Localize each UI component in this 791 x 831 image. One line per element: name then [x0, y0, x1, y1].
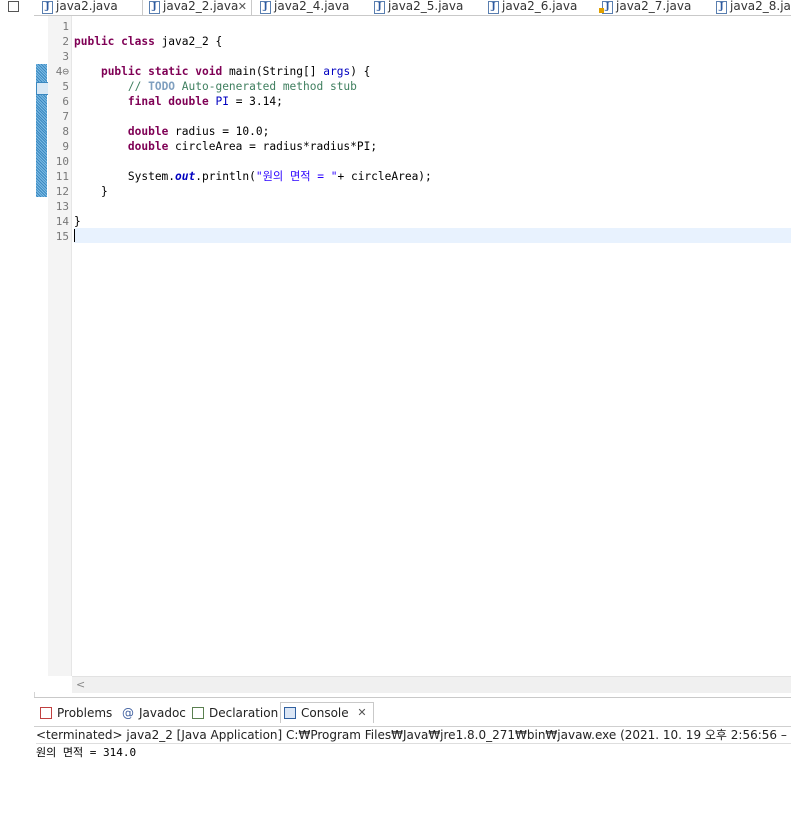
code-token: } — [74, 185, 108, 198]
java-file-icon: J — [149, 1, 160, 14]
code-token: } — [74, 215, 81, 228]
editor-tab-label: java2_6.java — [502, 0, 578, 13]
panel-tab-declaration[interactable]: Declaration — [189, 703, 278, 723]
editor-tab-label: java2.java — [56, 0, 118, 13]
editor-tab-label: java2_2.java — [163, 0, 239, 13]
editor-tab-java2_4-java[interactable]: Jjava2_4.java — [254, 0, 364, 15]
panel-tab-javadoc[interactable]: @ Javadoc — [119, 703, 186, 723]
javadoc-icon: @ — [122, 706, 134, 720]
console-output[interactable]: 원의 면적 = 314.0 — [36, 745, 136, 760]
panel-tab-label: Problems — [57, 706, 113, 720]
code-token: final double — [127, 95, 209, 108]
bottom-panel: Problems @ Javadoc Declaration Console ✕ <ter… — [34, 697, 791, 831]
text-caret — [74, 229, 75, 242]
line-number: 7 — [62, 110, 69, 123]
panel-tab-console[interactable]: Console ✕ — [280, 702, 374, 723]
code-token: = 3.14; — [228, 95, 283, 108]
line-number: 14 — [55, 215, 69, 228]
code-token: public static void — [100, 65, 223, 78]
code-token: public class — [74, 35, 155, 48]
java-file-icon: J — [374, 1, 385, 14]
code-token: java2_2 { — [154, 35, 223, 48]
close-icon[interactable]: ✕ — [357, 703, 366, 723]
code-line[interactable]: double circleArea = radius*radius*PI; — [74, 139, 377, 154]
line-number: 2 — [62, 35, 69, 48]
editor-tab-label: java2_5.java — [388, 0, 464, 13]
panel-tab-bar: Problems @ Javadoc Declaration Console ✕ — [34, 698, 791, 727]
code-token: args — [323, 65, 351, 78]
java-file-icon: J — [716, 1, 727, 14]
close-icon[interactable]: ✕ — [238, 0, 247, 13]
editor-tab-java2-java[interactable]: Jjava2.java — [36, 0, 136, 15]
code-line[interactable]: System.out.println("원의 면적 = "+ circleAre… — [74, 169, 432, 184]
code-token: + circleArea); — [337, 170, 432, 183]
code-token: double — [127, 125, 169, 138]
line-number: 8 — [62, 125, 69, 138]
panel-tab-label: Declaration — [209, 706, 279, 720]
panel-tab-label: Javadoc — [139, 706, 186, 720]
line-number: 1 — [62, 20, 69, 33]
editor-tab-java2_7-java[interactable]: Jjava2_7.java — [596, 0, 706, 15]
left-trim-strip — [0, 0, 35, 830]
console-icon — [284, 707, 296, 719]
java-file-icon: J — [260, 1, 271, 14]
java-file-icon: J — [488, 1, 499, 14]
code-line[interactable]: public static void main(String[] args) { — [74, 64, 370, 79]
code-token: System. — [74, 170, 176, 183]
code-token: out — [175, 170, 196, 183]
console-launch-info: <terminated> java2_2 [Java Application] … — [36, 728, 791, 744]
panel-tab-problems[interactable]: Problems — [37, 703, 112, 723]
editor-tab-java2_2-java[interactable]: Jjava2_2.java ✕ — [142, 0, 252, 15]
code-line[interactable]: final double PI = 3.14; — [74, 94, 283, 109]
editor-tab-bar: Jjava2.java Jjava2_2.java ✕ Jjava2_4.java Jj… — [34, 0, 791, 16]
warning-icon — [599, 8, 604, 13]
problems-icon — [40, 707, 52, 719]
code-line[interactable]: // TODO Auto-generated method stub — [74, 79, 357, 94]
line-number: 10 — [55, 155, 69, 168]
line-number: 13 — [55, 200, 69, 213]
code-token: circleArea = radius*radius*PI; — [168, 140, 378, 153]
code-token: .println( — [195, 170, 256, 183]
code-line[interactable]: public class java2_2 { — [74, 34, 222, 49]
line-number: 5 — [62, 80, 69, 93]
horizontal-scrollbar[interactable]: < — [72, 676, 791, 693]
code-token: ) { — [350, 65, 371, 78]
code-token: main(String[] — [222, 65, 324, 78]
code-token: Auto-generated method stub — [175, 80, 357, 93]
line-number: 6 — [62, 95, 69, 108]
line-number: 9 — [62, 140, 69, 153]
editor-tab-label: java2_4.java — [274, 0, 350, 13]
code-token: "원의 면적 = " — [255, 170, 338, 183]
code-token: double — [127, 140, 169, 153]
code-token: // — [74, 80, 149, 93]
java-file-icon: J — [42, 1, 53, 14]
line-number-gutter: 1 2 3 4⊖ 5 6 7 8 9 10 11 12 13 14 15 — [48, 16, 72, 676]
editor-tab-label: java2_8.java — [730, 0, 791, 13]
code-line[interactable]: } — [74, 214, 81, 229]
line-number: 12 — [55, 185, 69, 198]
line-number: 11 — [55, 170, 69, 183]
code-editor[interactable]: 1 2 3 4⊖ 5 6 7 8 9 10 11 12 13 14 15 public class java… — [34, 16, 791, 693]
editor-tab-java2_6-java[interactable]: Jjava2_6.java — [482, 0, 592, 15]
code-token: TODO — [148, 80, 176, 93]
editor-tab-java2_8-java[interactable]: Jjava2_8.java — [710, 0, 791, 15]
editor-tab-label: java2_7.java — [616, 0, 692, 13]
line-number: 3 — [62, 50, 69, 63]
declaration-icon — [192, 707, 204, 719]
code-area[interactable]: public class java2_2 { public static voi… — [74, 16, 791, 676]
minimize-icon[interactable] — [8, 1, 19, 12]
editor-tab-java2_5-java[interactable]: Jjava2_5.java — [368, 0, 478, 15]
code-line[interactable]: } — [74, 184, 108, 199]
code-token: radius = 10.0; — [168, 125, 270, 138]
code-token: PI — [215, 95, 229, 108]
panel-tab-label: Console — [301, 706, 349, 720]
line-number: 4⊖ — [55, 65, 69, 78]
scroll-left-icon[interactable]: < — [76, 678, 85, 691]
line-number: 15 — [55, 230, 69, 243]
code-line[interactable]: double radius = 10.0; — [74, 124, 269, 139]
